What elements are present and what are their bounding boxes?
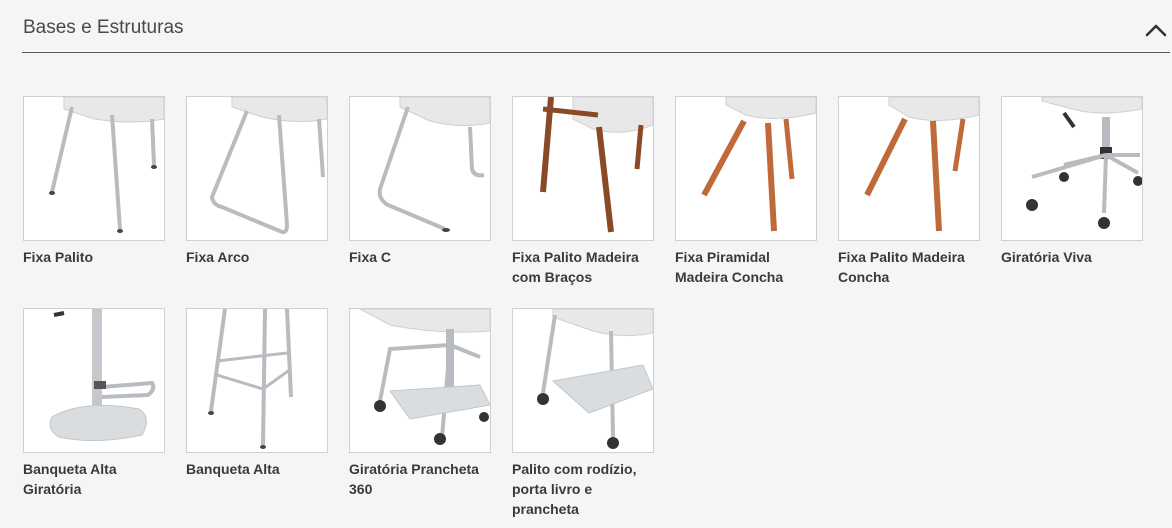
base-card-banqueta-alta[interactable]: Banqueta Alta	[186, 308, 328, 479]
base-card-giratoria-prancheta-360[interactable]: Giratória Prancheta 360	[349, 308, 491, 499]
base-label: Fixa Piramidal Madeira Concha	[675, 249, 784, 285]
section-title: Bases e Estruturas	[23, 17, 184, 38]
base-label: Fixa Palito Madeira com Braços	[512, 249, 639, 285]
base-label: Banqueta Alta	[186, 461, 280, 477]
base-label: Fixa Arco	[186, 249, 250, 265]
chair-base-rodizio-image	[512, 308, 654, 453]
base-card-banqueta-alta-giratoria[interactable]: Banqueta Alta Giratória	[23, 308, 165, 499]
chair-base-palito-image	[23, 96, 165, 241]
base-label: Giratória Prancheta 360	[349, 461, 479, 497]
base-label: Giratória Viva	[1001, 249, 1092, 265]
base-card-fixa-palito[interactable]: Fixa Palito	[23, 96, 165, 267]
chair-base-palito-madeira-bracos-image	[512, 96, 654, 241]
base-label: Fixa Palito	[23, 249, 94, 265]
base-label: Fixa C	[349, 249, 392, 265]
section-header[interactable]: Bases e Estruturas	[22, 0, 1170, 53]
base-card-fixa-piramidal-madeira[interactable]: Fixa Piramidal Madeira Concha	[675, 96, 817, 287]
base-card-giratoria-viva[interactable]: Giratória Viva	[1001, 96, 1143, 267]
base-label: Fixa Palito Madeira Concha	[838, 249, 965, 285]
base-card-fixa-c[interactable]: Fixa C	[349, 96, 491, 267]
stool-base-giratoria-image	[23, 308, 165, 453]
chair-base-prancheta-360-image	[349, 308, 491, 453]
base-card-fixa-palito-madeira-concha[interactable]: Fixa Palito Madeira Concha	[838, 96, 980, 287]
chair-base-c-image	[349, 96, 491, 241]
chevron-up-icon[interactable]	[1144, 22, 1168, 38]
stool-base-fixed-image	[186, 308, 328, 453]
chair-base-palito-madeira-concha-image	[838, 96, 980, 241]
base-card-palito-rodizio[interactable]: Palito com rodízio, porta livro e pranch…	[512, 308, 654, 519]
chair-base-piramidal-madeira-image	[675, 96, 817, 241]
base-card-fixa-palito-madeira-bracos[interactable]: Fixa Palito Madeira com Braços	[512, 96, 654, 287]
chair-base-arco-image	[186, 96, 328, 241]
base-label: Palito com rodízio, porta livro e pranch…	[512, 461, 637, 517]
base-card-fixa-arco[interactable]: Fixa Arco	[186, 96, 328, 267]
chair-base-giratoria-image	[1001, 96, 1143, 241]
base-label: Banqueta Alta Giratória	[23, 461, 117, 497]
